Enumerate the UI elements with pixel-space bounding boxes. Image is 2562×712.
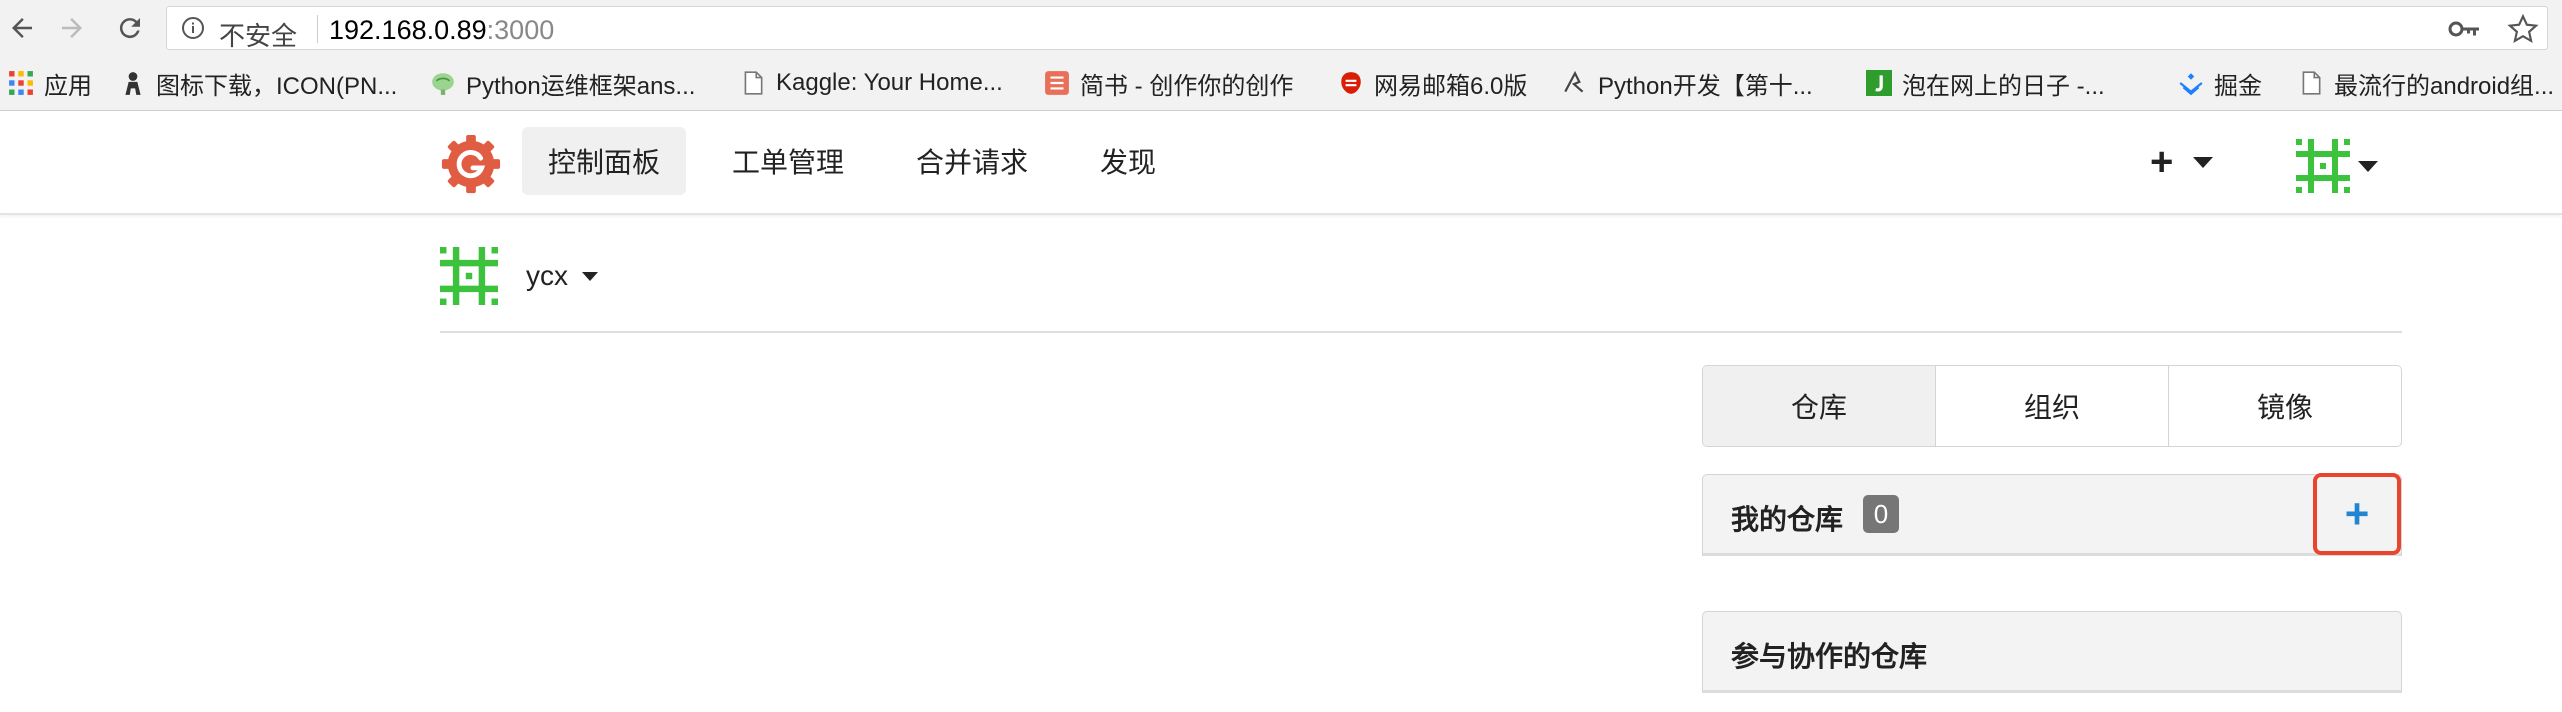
bookmark-item[interactable]: 应用 — [8, 66, 92, 100]
info-icon[interactable] — [181, 16, 205, 40]
tab-organizations[interactable]: 组织 — [1935, 366, 2168, 446]
tab-mirrors[interactable]: 镜像 — [2168, 366, 2401, 446]
arrow-right-icon — [62, 18, 82, 38]
arrow-left-icon — [12, 18, 32, 38]
divider — [440, 331, 2402, 333]
person-icon — [125, 72, 141, 95]
bookmark-label: 泡在网上的日子 -... — [1902, 72, 2105, 100]
nav-issues[interactable]: 工单管理 — [706, 127, 870, 195]
bookmark-item[interactable]: 泡在网上的日子 -... — [1866, 66, 2105, 100]
url-host: 192.168.0.89 — [329, 15, 487, 45]
security-label: 不安全 — [219, 21, 298, 51]
add-repo-button[interactable]: + — [2313, 473, 2401, 555]
url-text: 192.168.0.89:3000 — [329, 15, 554, 46]
bookmark-item[interactable]: 最流行的android组... — [2298, 66, 2554, 100]
brain-icon — [432, 73, 454, 95]
page-icon — [2302, 71, 2321, 95]
bookmark-item[interactable]: 简书 - 创作你的创作 — [1044, 66, 1293, 100]
gitea-logo-icon[interactable] — [440, 133, 502, 195]
nav-dashboard[interactable]: 控制面板 — [522, 127, 687, 195]
tab-repositories[interactable]: 仓库 — [1703, 366, 1935, 446]
repo-count-badge: 0 — [1863, 495, 1899, 533]
j-icon — [1866, 70, 1892, 96]
collab-repos-header: 参与协作的仓库 — [1702, 611, 2402, 693]
bookmark-item[interactable]: Kaggle: Your Home... — [740, 66, 1003, 100]
my-repos-header: 我的仓库 0 + — [1702, 473, 2402, 556]
context-switcher[interactable]: ycx — [440, 247, 598, 305]
app-header: 控制面板 工单管理 合并请求 发现 + — [0, 111, 2562, 215]
forward-button[interactable] — [52, 8, 92, 48]
bookmark-item[interactable]: Python运维框架ans... — [430, 66, 695, 100]
back-button[interactable] — [2, 8, 42, 48]
nav-explore[interactable]: 发现 — [1074, 127, 1182, 195]
caret-down-icon — [2358, 160, 2378, 172]
collab-repos-title: 参与协作的仓库 — [1731, 641, 1928, 672]
url-port: :3000 — [486, 15, 555, 45]
nav-pull-requests[interactable]: 合并请求 — [890, 127, 1054, 195]
caret-down-icon — [582, 271, 598, 281]
plus-icon: + — [2150, 140, 2174, 184]
context-username: ycx — [526, 260, 568, 291]
bookmark-label: Python运维框架ans... — [466, 72, 696, 100]
avatar — [440, 247, 498, 305]
reload-icon — [119, 18, 140, 39]
my-repos-title: 我的仓库 — [1731, 504, 1844, 535]
netease-icon — [1341, 72, 1361, 94]
bookmark-item[interactable]: 网易邮箱6.0版 — [1338, 66, 1527, 100]
jianshu-icon — [1045, 71, 1069, 95]
bookmark-label: 网易邮箱6.0版 — [1374, 72, 1528, 100]
key-icon[interactable] — [2447, 17, 2481, 41]
bookmarks-bar: 应用 图标下载，ICON(PN... Python运维框架ans... Kagg… — [0, 57, 2562, 111]
bookmark-label: Python开发【第十... — [1598, 72, 1813, 100]
bookmark-label: 掘金 — [2214, 72, 2262, 100]
page-icon — [744, 71, 763, 95]
caret-down-icon — [2193, 156, 2214, 168]
bookmark-label: 最流行的android组... — [2334, 72, 2555, 100]
apps-grid-icon — [9, 71, 33, 95]
bookmark-label: Kaggle: Your Home... — [776, 69, 1003, 96]
wing-icon — [1564, 70, 1584, 93]
avatar — [2296, 139, 2350, 193]
bookmark-item[interactable]: 图标下载，ICON(PN... — [120, 66, 397, 100]
user-menu[interactable] — [2296, 139, 2378, 193]
repo-type-tabs: 仓库 组织 镜像 — [1702, 365, 2402, 447]
star-icon[interactable] — [2507, 13, 2539, 45]
bookmark-label: 图标下载，ICON(PN... — [156, 72, 398, 100]
bookmark-item[interactable]: Python开发【第十... — [1562, 66, 1813, 100]
bookmark-label: 应用 — [44, 72, 92, 100]
create-menu[interactable]: + — [2150, 140, 2214, 184]
browser-toolbar: 不安全 192.168.0.89:3000 — [0, 0, 2562, 57]
plus-icon: + — [2344, 490, 2370, 537]
bookmark-label: 简书 - 创作你的创作 — [1080, 72, 1294, 100]
reload-button[interactable] — [110, 8, 150, 48]
bookmark-item[interactable]: 掘金 — [2178, 66, 2262, 100]
url-separator — [317, 15, 318, 43]
juejin-icon — [2179, 73, 2203, 96]
address-bar[interactable]: 不安全 192.168.0.89:3000 — [166, 6, 2548, 51]
